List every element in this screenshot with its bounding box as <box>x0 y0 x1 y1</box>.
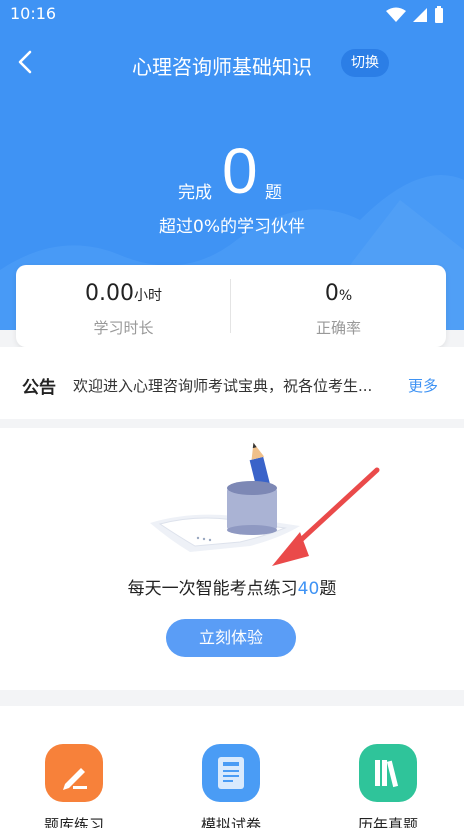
module-label: 历年真题 <box>357 816 418 828</box>
accuracy-unit: % <box>338 288 353 304</box>
arrow-annotation <box>272 467 380 566</box>
back-button[interactable] <box>12 48 40 76</box>
notice-more-link[interactable]: 更多 <box>408 375 438 396</box>
accuracy-value-line: 0% <box>231 281 446 306</box>
status-bar: 10:16 <box>0 0 464 28</box>
module-question-bank[interactable]: 题库练习 <box>14 744 134 828</box>
study-time-value: 0.00 <box>85 281 134 306</box>
module-past-papers[interactable]: 历年真题 <box>328 744 448 828</box>
signal-icon <box>413 8 427 22</box>
study-time-label: 学习时长 <box>93 319 154 337</box>
daily-practice-card: 每天一次智能考点练习40题 立刻体验 <box>0 428 464 690</box>
daily-count: 40 <box>297 579 320 599</box>
accuracy-label: 正确率 <box>315 319 361 337</box>
study-time-value-line: 0.00小时 <box>16 281 231 306</box>
module-label: 模拟试卷 <box>200 816 261 828</box>
chevron-left-icon <box>18 50 32 74</box>
beats-text: 超过0%的学习伙伴 <box>159 217 305 237</box>
notice-bar[interactable]: 公告 欢迎进入心理咨询师考试宝典，祝各位考生... 更多 <box>0 347 464 419</box>
pencil-paper-icon <box>45 744 103 802</box>
study-time-stat: 0.00小时 学习时长 <box>16 265 231 347</box>
completed-count: 0 <box>222 135 258 207</box>
pencil-cup-illustration <box>150 442 380 566</box>
module-label: 题库练习 <box>43 816 104 828</box>
wifi-icon <box>386 7 406 22</box>
completed-unit: 题 <box>265 183 282 203</box>
books-icon <box>359 744 417 802</box>
module-mock-exam[interactable]: 模拟试卷 <box>171 744 291 828</box>
try-now-button[interactable]: 立刻体验 <box>166 619 296 657</box>
daily-text-prefix: 每天一次智能考点练习 <box>127 579 298 599</box>
completed-label: 完成 <box>178 183 212 203</box>
test-paper-icon <box>202 744 260 802</box>
module-grid: 题库练习 模拟试卷 历年真题 <box>0 706 464 828</box>
battery-icon <box>435 6 443 23</box>
study-time-unit: 小时 <box>133 288 162 304</box>
daily-text-suffix: 题 <box>319 579 337 599</box>
stats-card: 0.00小时 学习时长 0% 正确率 <box>16 265 446 347</box>
accuracy-value: 0 <box>324 281 339 306</box>
status-time: 10:16 <box>10 4 57 23</box>
notice-text[interactable]: 欢迎进入心理咨询师考试宝典，祝各位考生... <box>73 375 403 396</box>
switch-subject-button[interactable]: 切换 <box>341 49 389 77</box>
daily-practice-text: 每天一次智能考点练习40题 <box>0 574 464 599</box>
status-icons <box>386 6 444 24</box>
page-title: 心理咨询师基础知识 <box>132 55 312 79</box>
accuracy-stat: 0% 正确率 <box>231 265 446 347</box>
notice-tag: 公告 <box>22 378 56 398</box>
